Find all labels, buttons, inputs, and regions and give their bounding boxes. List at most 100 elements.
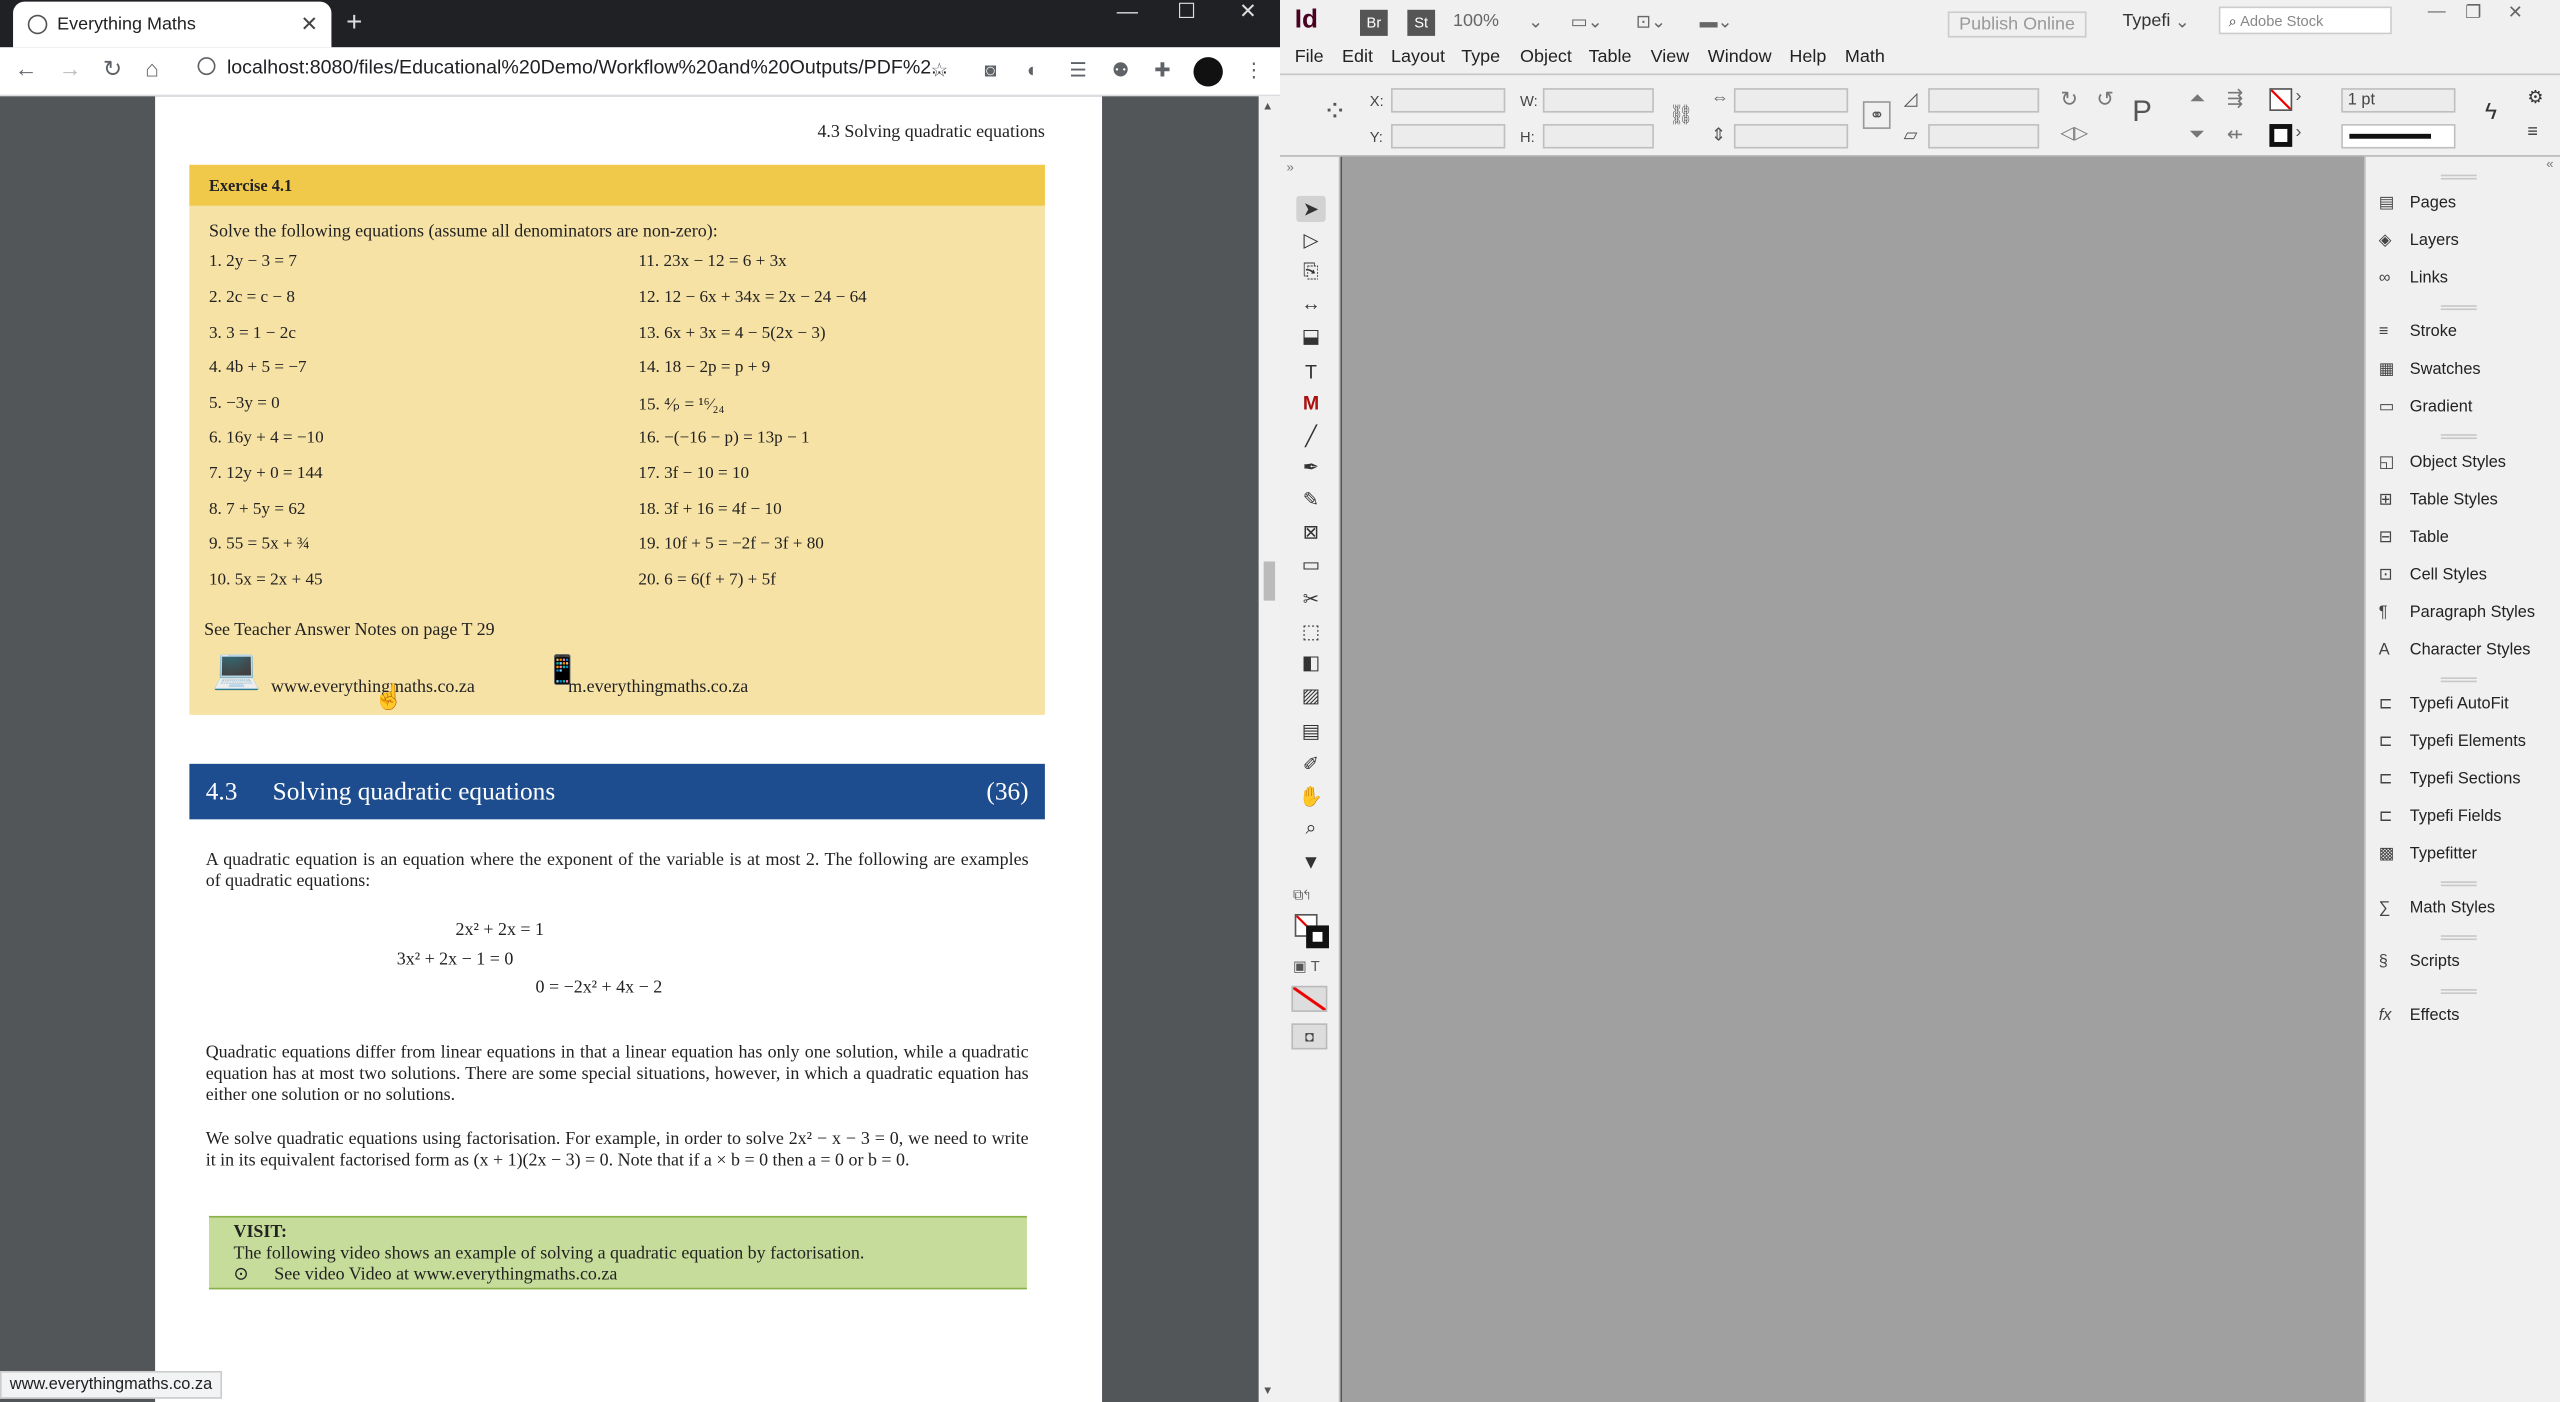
close-tab-icon[interactable]: ✕: [301, 11, 319, 37]
stroke-swatch[interactable]: [2269, 124, 2293, 147]
bridge-button[interactable]: Br: [1359, 9, 1388, 36]
menu-edit[interactable]: Edit: [1342, 47, 1373, 67]
collapse-panels-icon[interactable]: «: [2546, 157, 2553, 172]
scroll-down-icon[interactable]: ▼: [1262, 1386, 1273, 1397]
gradient-swatch-tool[interactable]: ◧: [1296, 650, 1325, 676]
back-icon[interactable]: ←: [15, 55, 38, 81]
pencil-tool[interactable]: ✎: [1296, 486, 1325, 512]
circle-extension-icon[interactable]: ◐: [1027, 59, 1039, 82]
pen-tool[interactable]: ✒: [1296, 454, 1325, 480]
screen-mode-normal-icon[interactable]: ◘: [1291, 1023, 1328, 1050]
bookmark-star-icon[interactable]: ☆: [931, 59, 949, 82]
fill-dropdown-icon[interactable]: ›: [2296, 87, 2302, 107]
panel-effects[interactable]: fx Effects: [2379, 1007, 2460, 1025]
screen-mode-icon[interactable]: ▭⌄: [1571, 11, 1603, 33]
panel-character-styles[interactable]: A Character Styles: [2379, 641, 2531, 659]
rotate-cw-icon[interactable]: ↻: [2060, 87, 2078, 113]
line-tool[interactable]: ╱: [1296, 423, 1325, 449]
height-field[interactable]: [1542, 124, 1654, 149]
settings-gear-icon[interactable]: ⚙: [2527, 87, 2543, 108]
select-container-icon[interactable]: ⏶: [2189, 87, 2205, 111]
dock-grip[interactable]: [2440, 935, 2477, 941]
stroke-dropdown-icon[interactable]: ›: [2296, 122, 2302, 142]
menu-view[interactable]: View: [1651, 47, 1690, 67]
scale-y-field[interactable]: [1733, 124, 1849, 149]
view-options-icon[interactable]: ⊡⌄: [1636, 11, 1666, 33]
quick-apply-icon[interactable]: ϟ: [2485, 98, 2497, 124]
panel-typefi-sections[interactable]: ⊏ Typefi Sections: [2379, 770, 2521, 788]
info-icon[interactable]: [197, 57, 216, 76]
default-colors-icon[interactable]: ⧉↰: [1293, 886, 1310, 904]
scroll-up-icon[interactable]: ▲: [1262, 101, 1273, 112]
selection-tool[interactable]: ➤: [1296, 195, 1326, 222]
y-field[interactable]: [1391, 124, 1506, 149]
camera-extension-icon[interactable]: ◙: [984, 59, 996, 82]
direct-selection-tool[interactable]: ▷: [1296, 227, 1325, 253]
menu-window[interactable]: Window: [1708, 47, 1772, 67]
reference-point-icon[interactable]: ⁘: [1322, 95, 1347, 129]
reading-list-icon[interactable]: ☰: [1069, 59, 1087, 82]
panel-typefitter[interactable]: ▩ Typefitter: [2379, 845, 2477, 863]
scale-x-field[interactable]: [1733, 88, 1849, 113]
stroke-weight-field[interactable]: 1 pt: [2341, 88, 2456, 113]
panel-typefi-elements[interactable]: ⊏ Typefi Elements: [2379, 733, 2526, 751]
typefi-menu[interactable]: Typefi: [2122, 11, 2170, 31]
people-extension-icon[interactable]: ⚉: [1112, 59, 1130, 82]
eyedropper-tool[interactable]: ✐: [1296, 751, 1325, 777]
hand-tool[interactable]: ✋: [1296, 783, 1325, 809]
menu-object[interactable]: Object: [1520, 47, 1572, 67]
menu-table[interactable]: Table: [1589, 47, 1632, 67]
browser-tab[interactable]: Everything Maths ✕: [13, 1, 332, 48]
zoom-dropdown-icon[interactable]: ⌄: [1528, 11, 1543, 33]
stroke-color-box[interactable]: [1306, 925, 1329, 949]
minimize-icon[interactable]: —: [1117, 0, 1138, 23]
gradient-feather-tool[interactable]: ▨: [1296, 682, 1325, 708]
typefi-chevron-icon[interactable]: ⌄: [2175, 11, 2190, 33]
panel-typefi-autofit[interactable]: ⊏ Typefi AutoFit: [2379, 695, 2509, 713]
gap-tool[interactable]: ↔: [1296, 291, 1325, 317]
menu-file[interactable]: File: [1295, 47, 1324, 67]
scissors-tool[interactable]: ✂: [1296, 586, 1325, 612]
dock-grip[interactable]: [2440, 677, 2477, 683]
maximize-icon[interactable]: ☐: [1177, 0, 1196, 24]
rectangle-frame-tool[interactable]: ⊠: [1296, 519, 1325, 545]
free-transform-tool[interactable]: ⬚: [1296, 619, 1325, 645]
content-collector-tool[interactable]: ⬓: [1296, 323, 1325, 349]
dock-grip[interactable]: [2440, 881, 2477, 887]
publish-online-button[interactable]: Publish Online: [1947, 11, 2087, 38]
shear-field[interactable]: [1928, 124, 2040, 149]
rotate-ccw-icon[interactable]: ↺: [2096, 87, 2114, 113]
profile-avatar[interactable]: [1193, 57, 1223, 87]
rectangle-tool[interactable]: ▭: [1296, 552, 1325, 578]
constrain-scale-icon[interactable]: ⚭: [1862, 101, 1891, 129]
math-tool[interactable]: M: [1296, 390, 1325, 416]
id-restore-icon[interactable]: ❐: [2465, 2, 2481, 23]
page-tool[interactable]: ⎘: [1296, 258, 1325, 284]
reload-icon[interactable]: ↻: [103, 55, 122, 83]
pasteboard[interactable]: [1342, 156, 2365, 1402]
flip-horizontal-icon[interactable]: ◁▷: [2060, 122, 2088, 144]
flip-indicator-icon[interactable]: P: [2132, 95, 2152, 129]
panel-layers[interactable]: ◈ Layers: [2379, 232, 2459, 250]
dock-grip[interactable]: [2440, 305, 2477, 311]
panel-object-styles[interactable]: ◱ Object Styles: [2379, 454, 2506, 472]
collapse-tools-icon[interactable]: »: [1287, 160, 1294, 175]
window-close-icon[interactable]: ✕: [1239, 0, 1257, 24]
stroke-type-field[interactable]: [2341, 124, 2456, 149]
zoom-level[interactable]: 100%: [1453, 11, 1499, 31]
address-bar[interactable]: localhost:8080/files/Educational%20Demo/…: [197, 55, 948, 78]
dock-grip[interactable]: [2440, 174, 2477, 180]
panel-math-styles[interactable]: ∑ Math Styles: [2379, 899, 2495, 917]
panel-cell-styles[interactable]: ⊡ Cell Styles: [2379, 566, 2487, 584]
select-next-icon[interactable]: ⇶: [2227, 87, 2243, 110]
extensions-puzzle-icon[interactable]: ✚: [1154, 59, 1170, 82]
panel-menu-icon[interactable]: ≡: [2527, 122, 2537, 142]
select-previous-icon[interactable]: ⇷: [2227, 122, 2243, 145]
note-tool[interactable]: ▤: [1296, 718, 1325, 744]
panel-table-styles[interactable]: ⊞ Table Styles: [2379, 491, 2498, 509]
panel-swatches[interactable]: ▦ Swatches: [2379, 361, 2481, 379]
constrain-proportions-icon[interactable]: ⛓: [1669, 103, 1694, 126]
adobe-stock-search[interactable]: ⌕ Adobe Stock: [2218, 6, 2392, 35]
panel-links[interactable]: ∞ Links: [2379, 269, 2448, 287]
formatting-affects-icon[interactable]: ▣ T: [1293, 958, 1320, 976]
